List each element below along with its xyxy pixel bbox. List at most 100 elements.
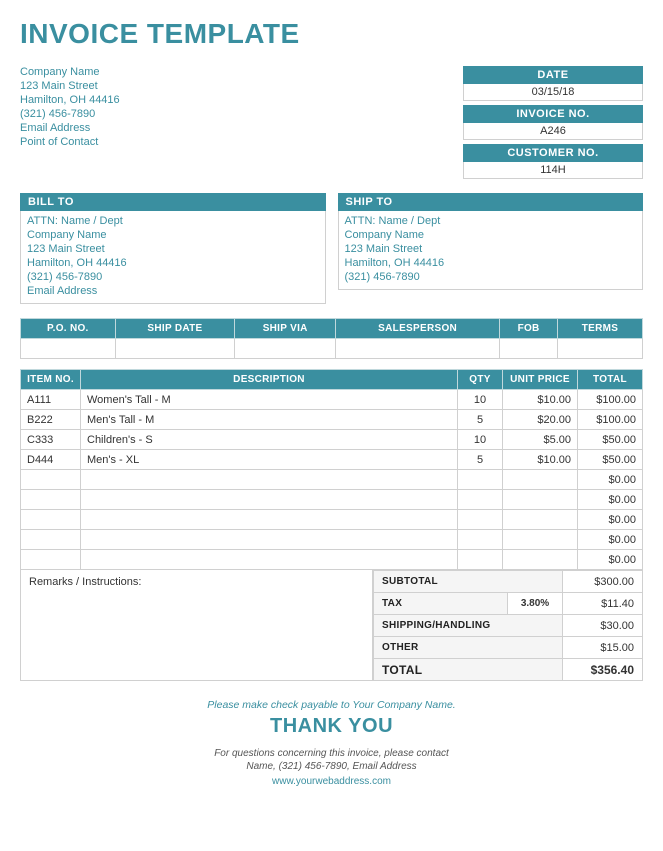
po-header-0: P.O. NO. (21, 319, 116, 339)
shipping-label: SHIPPING/HANDLING (374, 615, 563, 637)
item-qty-8 (458, 550, 503, 570)
items-header-4: TOTAL (578, 370, 643, 390)
item-no-8 (21, 550, 81, 570)
item-qty-2: 10 (458, 430, 503, 450)
table-row: A111 Women's Tall - M 10 $10.00 $100.00 (21, 390, 643, 410)
item-desc-0: Women's Tall - M (81, 390, 458, 410)
total-label: TOTAL (374, 659, 563, 681)
company-contact: Point of Contact (20, 136, 120, 148)
table-row: B222 Men's Tall - M 5 $20.00 $100.00 (21, 410, 643, 430)
subtotal-label: SUBTOTAL (374, 571, 563, 593)
table-row: $0.00 (21, 470, 643, 490)
ship-phone: (321) 456-7890 (345, 271, 637, 283)
shipping-row: SHIPPING/HANDLING $30.00 (374, 615, 643, 637)
item-no-4 (21, 470, 81, 490)
po-header-2: SHIP VIA (235, 319, 336, 339)
ship-address: 123 Main Street (345, 243, 637, 255)
total-value: $356.40 (563, 659, 643, 681)
invoice-no-value: A246 (463, 123, 643, 140)
check-text: Please make check payable to (207, 699, 349, 711)
bill-attn: ATTN: Name / Dept (27, 215, 319, 227)
item-no-3: D444 (21, 450, 81, 470)
bill-address: 123 Main Street (27, 243, 319, 255)
table-row: $0.00 (21, 530, 643, 550)
items-header-2: QTY (458, 370, 503, 390)
other-label: OTHER (374, 637, 563, 659)
items-header-1: DESCRIPTION (81, 370, 458, 390)
shipping-value: $30.00 (563, 615, 643, 637)
check-payable-text: Please make check payable to Your Compan… (20, 699, 643, 711)
po-cell-0 (21, 339, 116, 359)
total-row: TOTAL $356.40 (374, 659, 643, 681)
item-unitprice-2: $5.00 (503, 430, 578, 450)
remarks-label: Remarks / Instructions: (29, 576, 141, 588)
invoice-no-label: INVOICE NO. (463, 105, 643, 123)
bill-to-box: BILL TO ATTN: Name / Dept Company Name 1… (20, 193, 326, 304)
table-row: D444 Men's - XL 5 $10.00 $50.00 (21, 450, 643, 470)
po-header-3: SALESPERSON (336, 319, 500, 339)
po-cell-1 (115, 339, 235, 359)
item-qty-7 (458, 530, 503, 550)
invoice-title: INVOICE TEMPLATE (20, 18, 643, 50)
check-company: Your Company Name. (352, 699, 455, 711)
item-unitprice-4 (503, 470, 578, 490)
item-desc-4 (81, 470, 458, 490)
remarks-section: Remarks / Instructions: (20, 570, 373, 681)
company-phone: (321) 456-7890 (20, 108, 120, 120)
item-total-3: $50.00 (578, 450, 643, 470)
bill-ship-section: BILL TO ATTN: Name / Dept Company Name 1… (20, 193, 643, 304)
date-value: 03/15/18 (463, 84, 643, 101)
item-qty-4 (458, 470, 503, 490)
item-total-6: $0.00 (578, 510, 643, 530)
item-total-7: $0.00 (578, 530, 643, 550)
item-total-4: $0.00 (578, 470, 643, 490)
company-name: Company Name (20, 66, 120, 78)
tax-row: TAX 3.80% $11.40 (374, 593, 643, 615)
ship-name: Company Name (345, 229, 637, 241)
po-table: P.O. NO. SHIP DATE SHIP VIA SALESPERSON … (20, 318, 643, 359)
item-total-5: $0.00 (578, 490, 643, 510)
item-desc-2: Children's - S (81, 430, 458, 450)
date-label: DATE (463, 66, 643, 84)
bill-name: Company Name (27, 229, 319, 241)
item-total-0: $100.00 (578, 390, 643, 410)
company-city: Hamilton, OH 44416 (20, 94, 120, 106)
table-row: $0.00 (21, 510, 643, 530)
item-qty-1: 5 (458, 410, 503, 430)
po-row (21, 339, 643, 359)
footer-section: Please make check payable to Your Compan… (20, 699, 643, 787)
item-no-0: A111 (21, 390, 81, 410)
items-table: ITEM NO. DESCRIPTION QTY UNIT PRICE TOTA… (20, 369, 643, 570)
item-desc-6 (81, 510, 458, 530)
item-unitprice-5 (503, 490, 578, 510)
item-no-7 (21, 530, 81, 550)
subtotal-row: SUBTOTAL $300.00 (374, 571, 643, 593)
top-section: Company Name 123 Main Street Hamilton, O… (20, 66, 643, 179)
item-qty-5 (458, 490, 503, 510)
company-address: 123 Main Street (20, 80, 120, 92)
ship-to-box: SHIP TO ATTN: Name / Dept Company Name 1… (338, 193, 644, 304)
item-desc-3: Men's - XL (81, 450, 458, 470)
bill-email: Email Address (27, 285, 319, 297)
item-unitprice-6 (503, 510, 578, 530)
item-total-2: $50.00 (578, 430, 643, 450)
date-invoice-section: DATE 03/15/18 INVOICE NO. A246 CUSTOMER … (463, 66, 643, 179)
table-row: C333 Children's - S 10 $5.00 $50.00 (21, 430, 643, 450)
bill-to-body: ATTN: Name / Dept Company Name 123 Main … (20, 211, 326, 304)
thank-you: THANK YOU (20, 715, 643, 738)
bill-to-header: BILL TO (20, 193, 326, 211)
item-qty-3: 5 (458, 450, 503, 470)
questions-line2: Name, (321) 456-7890, Email Address (20, 761, 643, 772)
tax-label: TAX (374, 593, 508, 615)
po-cell-5 (558, 339, 643, 359)
item-qty-0: 10 (458, 390, 503, 410)
invoice-no-block: INVOICE NO. A246 (463, 105, 643, 140)
subtotal-value: $300.00 (563, 571, 643, 593)
item-desc-1: Men's Tall - M (81, 410, 458, 430)
item-desc-7 (81, 530, 458, 550)
item-unitprice-1: $20.00 (503, 410, 578, 430)
date-block: DATE 03/15/18 (463, 66, 643, 101)
questions-line1: For questions concerning this invoice, p… (20, 748, 643, 759)
item-desc-8 (81, 550, 458, 570)
ship-to-body: ATTN: Name / Dept Company Name 123 Main … (338, 211, 644, 290)
